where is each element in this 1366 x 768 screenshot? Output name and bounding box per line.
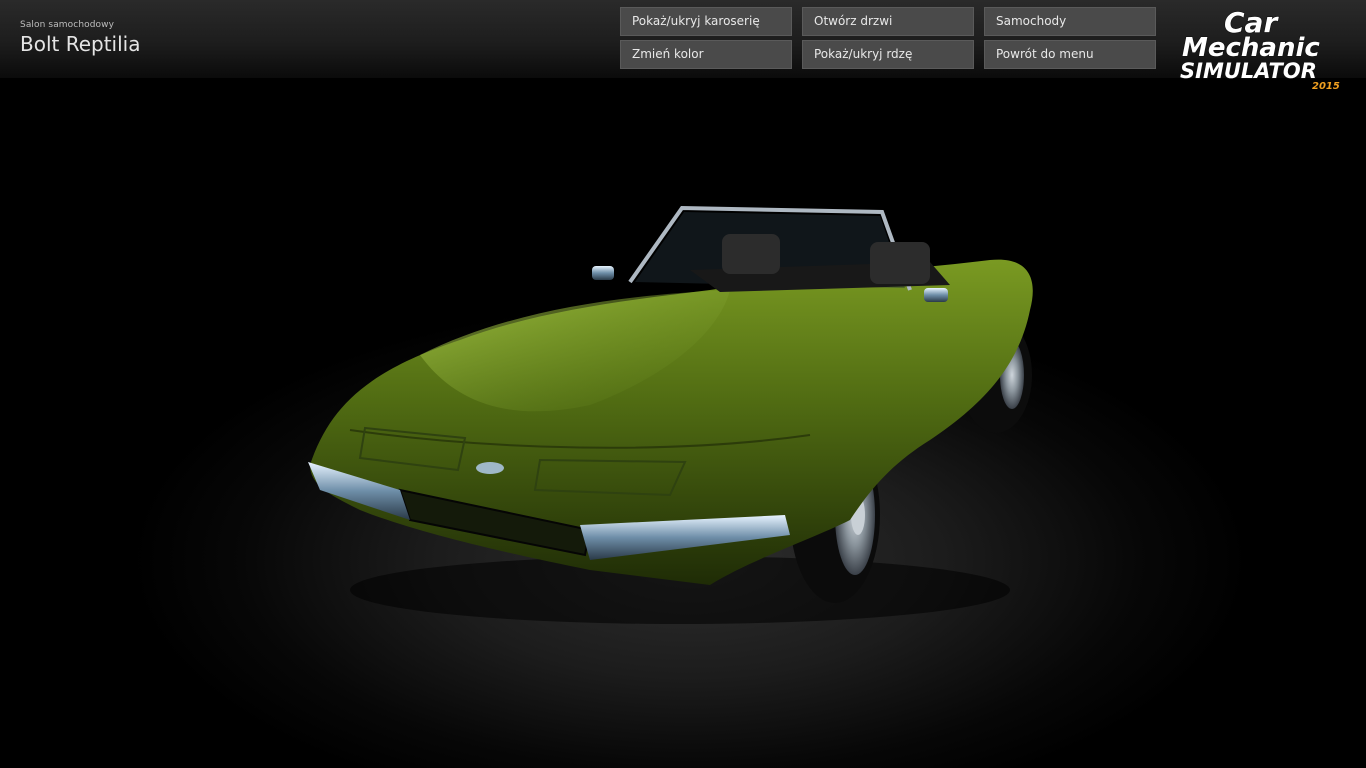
title-block: Salon samochodowy Bolt Reptilia (20, 20, 140, 56)
logo-year: 2015 (1312, 81, 1340, 92)
toggle-rust-button[interactable]: Pokaż/ukryj rdzę (802, 40, 974, 69)
car-name-title: Bolt Reptilia (20, 32, 141, 56)
car-model-render (308, 205, 1033, 624)
top-bar: Salon samochodowy Bolt Reptilia Pokaż/uk… (0, 0, 1366, 78)
open-doors-button[interactable]: Otwórz drzwi (802, 7, 974, 36)
left-seat (722, 234, 780, 274)
cars-button[interactable]: Samochody (984, 7, 1156, 36)
showroom-menu: Pokaż/ukryj karoserię Otwórz drzwi Samoc… (620, 7, 1156, 69)
left-mirror (592, 266, 614, 280)
back-to-menu-button[interactable]: Powrót do menu (984, 40, 1156, 69)
right-seat (870, 242, 930, 284)
showroom-subtitle: Salon samochodowy (20, 20, 115, 30)
showroom-scene: Salon samochodowy Bolt Reptilia Pokaż/uk… (0, 0, 1366, 768)
right-mirror (924, 288, 948, 302)
logo-line-simulator: SIMULATOR (1180, 59, 1317, 83)
toggle-body-button[interactable]: Pokaż/ukryj karoserię (620, 7, 792, 36)
change-color-button[interactable]: Zmień kolor (620, 40, 792, 69)
hood-emblem (476, 462, 504, 474)
game-logo: Car Mechanic SIMULATOR 2015 (1179, 6, 1340, 92)
